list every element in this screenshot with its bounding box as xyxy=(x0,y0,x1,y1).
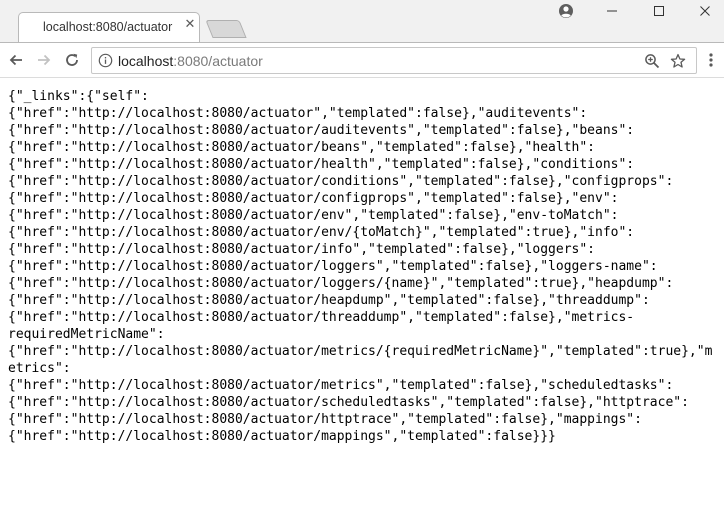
address-bar[interactable]: localhost:8080/actuator xyxy=(91,47,697,74)
forward-arrow-icon[interactable] xyxy=(33,49,55,71)
url-path: :8080/actuator xyxy=(173,53,263,69)
star-icon[interactable] xyxy=(670,53,686,73)
json-line: {"href":"http://localhost:8080/actuator/… xyxy=(8,412,642,427)
json-line: {"href":"http://localhost:8080/actuator/… xyxy=(8,293,650,308)
tab-title: localhost:8080/actuator xyxy=(43,20,173,34)
json-line: etrics": xyxy=(8,361,71,376)
json-line: {"href":"http://localhost:8080/actuator/… xyxy=(8,140,595,155)
url-text[interactable]: localhost:8080/actuator xyxy=(118,53,263,69)
url-host: localhost xyxy=(118,53,174,69)
active-tab[interactable]: localhost:8080/actuator ✕ xyxy=(18,12,200,42)
json-line: {"href":"http://localhost:8080/actuator"… xyxy=(8,106,588,121)
account-icon[interactable] xyxy=(551,0,581,22)
kebab-menu-icon[interactable] xyxy=(700,49,722,71)
info-icon[interactable] xyxy=(98,53,113,72)
json-line: {"href":"http://localhost:8080/actuator/… xyxy=(8,429,556,444)
tab-strip: localhost:8080/actuator ✕ xyxy=(0,0,724,42)
json-line: {"href":"http://localhost:8080/actuator/… xyxy=(8,157,635,172)
new-tab-button[interactable] xyxy=(205,20,247,38)
json-line: {"href":"http://localhost:8080/actuator/… xyxy=(8,225,635,240)
json-response-body: {"_links":{"self": {"href":"http://localh… xyxy=(8,88,716,445)
minimize-icon[interactable] xyxy=(597,0,627,22)
json-line: {"_links":{"self": xyxy=(8,89,149,104)
json-line: requiredMetricName": xyxy=(8,327,165,342)
json-line: {"href":"http://localhost:8080/actuator/… xyxy=(8,276,674,291)
browser-toolbar: localhost:8080/actuator xyxy=(0,42,724,78)
json-line: {"href":"http://localhost:8080/actuator/… xyxy=(8,395,689,410)
zoom-icon[interactable] xyxy=(644,53,660,73)
json-line: {"href":"http://localhost:8080/actuator/… xyxy=(8,208,619,223)
json-line: {"href":"http://localhost:8080/actuator/… xyxy=(8,378,674,393)
json-line: {"href":"http://localhost:8080/actuator/… xyxy=(8,242,595,257)
json-line: {"href":"http://localhost:8080/actuator/… xyxy=(8,344,713,359)
refresh-icon[interactable] xyxy=(61,49,83,71)
json-line: {"href":"http://localhost:8080/actuator/… xyxy=(8,174,674,189)
json-line: {"href":"http://localhost:8080/actuator/… xyxy=(8,191,619,206)
json-line: {"href":"http://localhost:8080/actuator/… xyxy=(8,310,635,325)
json-line: {"href":"http://localhost:8080/actuator/… xyxy=(8,123,635,138)
tab-close-icon[interactable]: ✕ xyxy=(183,18,197,32)
json-line: {"href":"http://localhost:8080/actuator/… xyxy=(8,259,658,274)
close-icon[interactable] xyxy=(690,0,720,22)
back-arrow-icon[interactable] xyxy=(5,49,27,71)
maximize-icon[interactable] xyxy=(644,0,674,22)
